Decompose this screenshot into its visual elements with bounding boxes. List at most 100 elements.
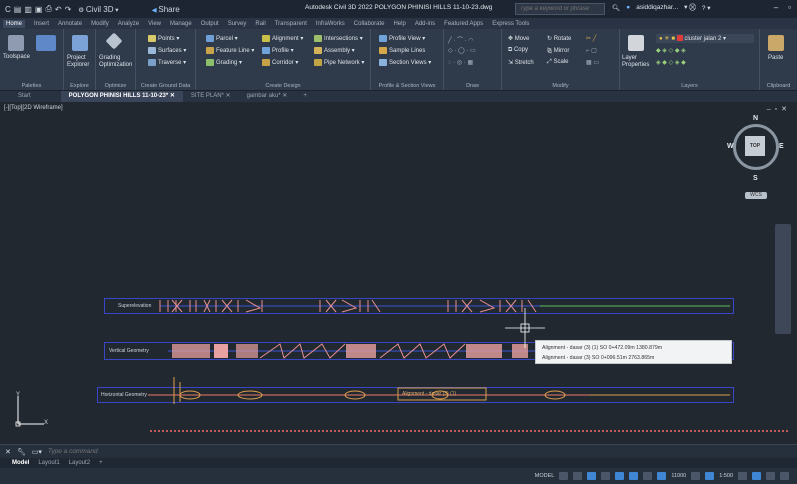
lineweight-icon[interactable] <box>643 472 653 480</box>
add-layout-button[interactable]: + <box>99 460 103 466</box>
menu-tab-infraworks[interactable]: InfraWorks <box>316 21 345 27</box>
feature-line-button[interactable]: Feature Line ▾ <box>206 47 254 54</box>
workspace-icon[interactable] <box>738 472 747 480</box>
tab-polygon-phinisi[interactable]: POLYGON PHINISI HILLS 11-10-23* ✕ <box>60 91 183 102</box>
print-icon[interactable]: ⎙ <box>45 4 51 14</box>
tab-gambar-aku[interactable]: gambar aku* ✕ <box>239 91 296 102</box>
menu-tab-annotate[interactable]: Annotate <box>58 21 82 27</box>
panel-label-optimize[interactable]: Optimize <box>96 83 135 89</box>
menu-tab-help[interactable]: Help <box>393 21 405 27</box>
search-icon[interactable]: 🔍︎ <box>612 4 620 12</box>
maximize-icon[interactable]: ▫ <box>788 3 791 12</box>
profile-view-button[interactable]: Profile View ▾ <box>379 35 425 42</box>
section-views-button[interactable]: Section Views ▾ <box>379 59 431 66</box>
menu-tab-transparent[interactable]: Transparent <box>275 21 307 27</box>
menu-tab-view[interactable]: View <box>148 21 161 27</box>
hatch-icon[interactable]: ◌ · ◎ · ▦ <box>448 59 473 66</box>
open-icon[interactable]: ▥ <box>24 5 32 14</box>
close-icon[interactable]: ✕ <box>5 448 11 456</box>
drawing-viewport[interactable]: [-][Top][2D Wireframe] –▫✕ TOP N S E W W… <box>0 102 797 444</box>
layer-tools-icon[interactable]: ◆ ◈ ◇ ◆ ◈ <box>656 47 686 54</box>
copy-button[interactable]: ⧉ Copy <box>508 47 528 54</box>
pipe-network-button[interactable]: Pipe Network ▾ <box>314 59 364 66</box>
annotation-icon[interactable] <box>657 472 667 480</box>
panel-label-explore[interactable]: Explore <box>64 83 95 89</box>
isolate-icon[interactable] <box>752 472 761 480</box>
profile-button[interactable]: Profile ▾ <box>262 47 294 54</box>
assembly-button[interactable]: Assembly ▾ <box>314 47 355 54</box>
layer-properties-icon[interactable] <box>628 35 644 51</box>
osnap-icon[interactable] <box>615 472 625 480</box>
grading-optimization-icon[interactable] <box>105 32 123 50</box>
circle-icon[interactable]: ◇ · ◯ · ▭ <box>448 47 476 54</box>
panel-label-layers[interactable]: Layers <box>620 83 759 89</box>
layer-tools-2-icon[interactable]: ◈ ◆ ◇ ◈ ◆ <box>656 59 686 66</box>
user-icon[interactable]: ● <box>626 4 630 11</box>
trim-icon[interactable]: ✂ ╱ <box>586 35 596 42</box>
coordinates-readout[interactable]: 11000 <box>671 473 686 479</box>
menu-tab-insert[interactable]: Insert <box>34 21 49 27</box>
panel-label-create-design[interactable]: Create Design <box>196 83 370 89</box>
array-icon[interactable]: ▦ ▭ <box>586 59 599 66</box>
panel-label-clipboard[interactable]: Clipboard <box>760 83 797 89</box>
tab-model[interactable]: Model <box>12 460 29 466</box>
panel-label-ground-data[interactable]: Create Ground Data <box>136 83 195 89</box>
project-explorer-button[interactable]: Project Explorer <box>67 55 97 69</box>
customize-icon[interactable]: 🔧︎ <box>17 448 26 456</box>
points-button[interactable]: Points ▾ <box>148 35 179 42</box>
model-space-toggle[interactable]: MODEL <box>535 473 555 479</box>
toolspace-icon[interactable] <box>8 35 24 51</box>
menu-tab-featured-apps[interactable]: Featured Apps <box>444 21 483 27</box>
paste-button[interactable]: Paste <box>768 55 783 61</box>
panel-label-draw[interactable]: Draw <box>444 83 501 89</box>
rotate-button[interactable]: ↻ Rotate <box>547 35 571 42</box>
parcel-button[interactable]: Parcel ▾ <box>206 35 238 42</box>
alignment-button[interactable]: Alignment ▾ <box>262 35 303 42</box>
panel-label-modify[interactable]: Modify <box>502 83 619 89</box>
settings-icon[interactable] <box>691 472 701 480</box>
intersections-button[interactable]: Intersections ▾ <box>314 35 363 42</box>
layer-properties-button[interactable]: Layer Properties <box>622 55 654 69</box>
command-input[interactable] <box>47 448 348 455</box>
fillet-icon[interactable]: ⌐ ▢ <box>586 47 597 54</box>
surfaces-button[interactable]: Surfaces ▾ <box>148 47 186 54</box>
tab-layout2[interactable]: Layout2 <box>69 460 90 466</box>
traverse-button[interactable]: Traverse ▾ <box>148 59 186 66</box>
menu-tab-collaborate[interactable]: Collaborate <box>354 21 385 27</box>
snap-icon[interactable] <box>573 472 583 480</box>
share-button[interactable]: ◀ Share <box>152 5 180 14</box>
line-icon[interactable]: ╱ · ⌒ · ◠ <box>448 35 474 44</box>
tab-layout1[interactable]: Layout1 <box>38 460 59 466</box>
app-icon[interactable]: C <box>5 5 11 14</box>
tab-start[interactable]: Start <box>0 91 61 102</box>
menu-tab-survey[interactable]: Survey <box>228 21 247 27</box>
menu-tab-manage[interactable]: Manage <box>170 21 192 27</box>
redo-icon[interactable]: ↷ <box>65 5 72 14</box>
save-icon[interactable]: ▣ <box>35 5 43 14</box>
grading-button[interactable]: Grading ▾ <box>206 59 242 66</box>
panel-label-palettes[interactable]: Palettes <box>0 83 63 89</box>
workspace-select[interactable]: ⚙ Civil 3D ▾ <box>78 5 118 14</box>
fullscreen-icon[interactable] <box>766 472 775 480</box>
move-button[interactable]: ✥ Move <box>508 35 529 42</box>
paste-icon[interactable] <box>768 35 784 51</box>
command-history-icon[interactable]: ▭▾ <box>32 448 42 456</box>
close-icon[interactable]: ✕ <box>226 93 231 99</box>
menu-tab-home[interactable]: Home <box>3 19 26 28</box>
close-icon[interactable]: ✕ <box>282 93 287 99</box>
project-explorer-icon[interactable] <box>72 35 88 51</box>
ortho-icon[interactable] <box>587 472 597 480</box>
minimize-icon[interactable]: – <box>774 3 778 12</box>
grid-icon[interactable] <box>559 472 569 480</box>
customize-status-icon[interactable] <box>780 472 789 480</box>
user-name[interactable]: asiddiqazhar... <box>636 4 678 11</box>
new-icon[interactable]: ▤ <box>14 5 22 14</box>
search-input[interactable] <box>515 3 605 15</box>
undo-icon[interactable]: ↶ <box>55 5 62 14</box>
toolspace-button[interactable]: Toolspace <box>3 54 30 60</box>
stretch-button[interactable]: ⇲ Stretch <box>508 59 534 66</box>
tab-site-plan[interactable]: SITE PLAN* ✕ <box>183 91 239 102</box>
corridor-button[interactable]: Corridor ▾ <box>262 59 298 66</box>
menu-tab-output[interactable]: Output <box>201 21 219 27</box>
scale-button[interactable]: ⤢ Scale <box>547 59 568 66</box>
